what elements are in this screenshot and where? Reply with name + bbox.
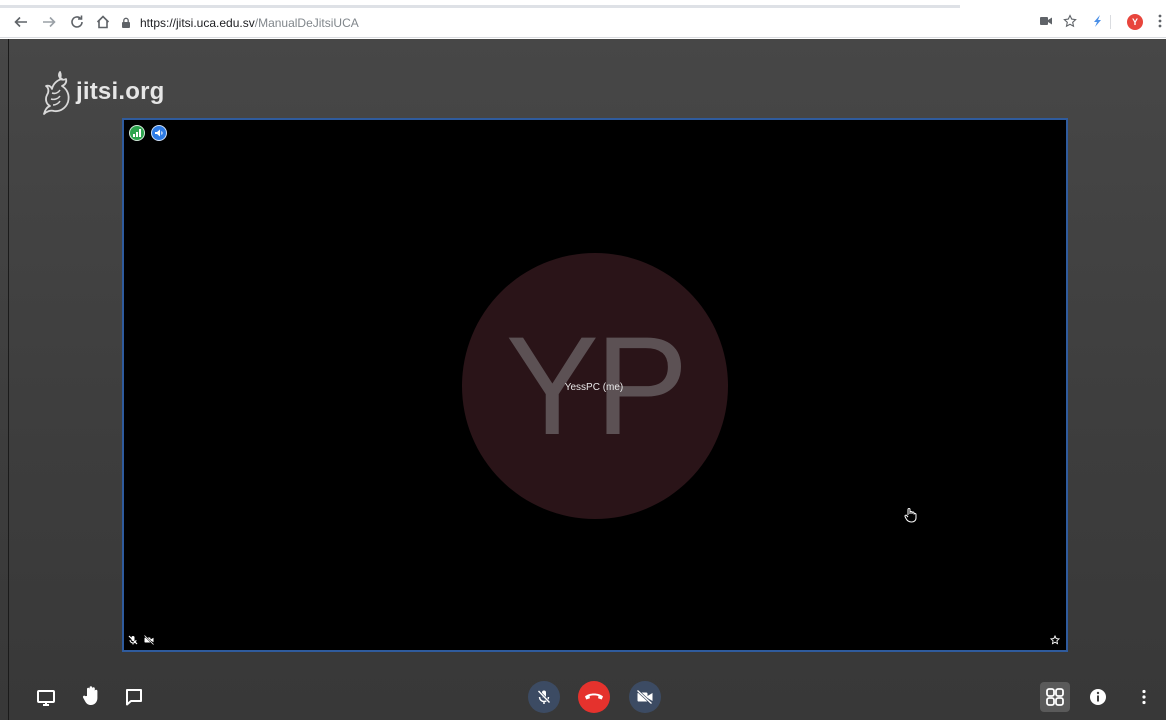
home-icon[interactable] <box>94 13 112 31</box>
camera-button[interactable] <box>629 681 661 713</box>
hangup-button[interactable] <box>578 681 610 713</box>
camera-off-icon <box>636 689 653 705</box>
mic-muted-status-icon <box>128 635 138 645</box>
url-host: https://jitsi.uca.edu.sv <box>140 16 255 30</box>
dominant-speaker-icon[interactable] <box>151 125 167 141</box>
camera-off-status-icon <box>144 635 154 645</box>
connection-indicator-icon[interactable] <box>129 125 145 141</box>
browser-chrome: https://jitsi.uca.edu.sv/ManualDeJitsiUC… <box>0 0 1166 38</box>
chat-icon <box>126 689 142 706</box>
thumbnail-status <box>128 635 154 645</box>
forward-arrow-icon[interactable] <box>40 13 58 31</box>
url-path: /ManualDeJitsiUCA <box>254 16 359 30</box>
extension-icon[interactable] <box>1089 13 1105 29</box>
raise-hand-button[interactable] <box>77 682 105 710</box>
toolbar-separator <box>1110 15 1111 29</box>
participant-display-name: YessPC (me) <box>564 382 624 393</box>
video-stage[interactable]: YP YessPC (me) <box>122 118 1068 652</box>
info-button[interactable] <box>1084 683 1112 711</box>
window-edge <box>8 39 9 720</box>
profile-avatar[interactable]: Y <box>1127 14 1143 30</box>
moderator-star-icon <box>1050 635 1060 645</box>
jitsi-logo[interactable]: jitsi.org <box>38 69 164 115</box>
jitsi-watermark-icon <box>43 71 70 115</box>
microphone-button[interactable] <box>528 681 560 713</box>
camera-in-use-icon[interactable] <box>1038 13 1054 29</box>
browser-menu-icon[interactable] <box>1152 13 1166 29</box>
meeting-page: jitsi.org YP YessPC (me) <box>0 39 1166 720</box>
tile-view-button[interactable] <box>1040 682 1070 712</box>
lock-icon <box>122 17 130 28</box>
more-options-button[interactable] <box>1130 683 1158 711</box>
microphone-muted-icon <box>537 690 551 704</box>
raise-hand-icon <box>82 686 98 705</box>
more-options-icon <box>1142 689 1146 705</box>
bookmark-star-icon[interactable] <box>1062 13 1078 29</box>
tab-strip <box>0 5 960 8</box>
hangup-icon <box>585 693 603 700</box>
logo-text: jitsi.org <box>76 78 165 105</box>
info-icon <box>1090 689 1106 705</box>
screen-share-button[interactable] <box>32 684 60 712</box>
back-arrow-icon[interactable] <box>12 13 30 31</box>
chat-button[interactable] <box>120 683 148 711</box>
hand-cursor-icon <box>904 508 917 523</box>
tile-view-icon <box>1046 688 1064 706</box>
screen-share-icon <box>37 690 55 706</box>
reload-icon[interactable] <box>68 13 86 31</box>
address-bar[interactable]: https://jitsi.uca.edu.sv/ManualDeJitsiUC… <box>120 12 1020 34</box>
